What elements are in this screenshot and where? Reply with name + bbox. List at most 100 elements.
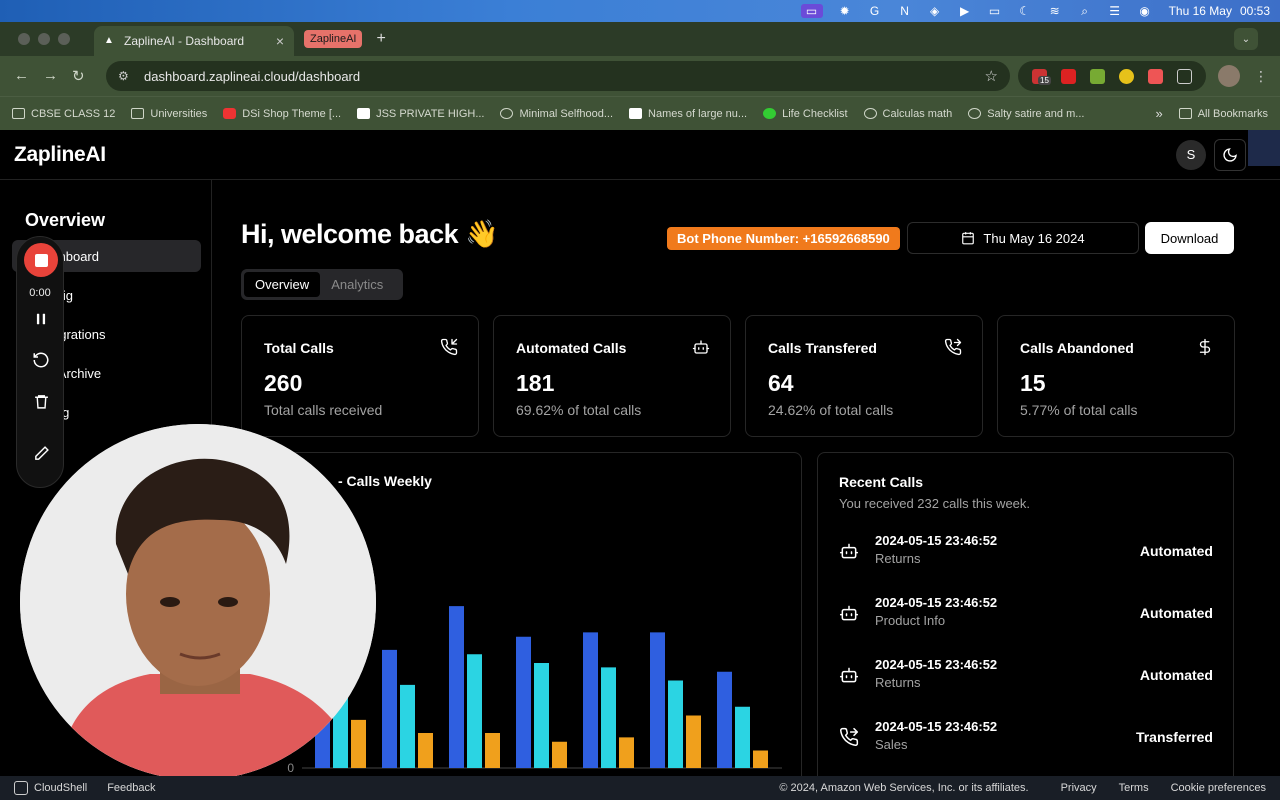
bookmark-item[interactable]: CBSE CLASS 12 <box>12 108 115 120</box>
chart-bar[interactable] <box>485 733 500 768</box>
layers-icon[interactable]: ◈ <box>927 4 943 18</box>
close-tab-icon[interactable]: × <box>276 33 284 49</box>
stop-recording-button[interactable] <box>24 243 58 277</box>
recent-call-row[interactable]: 2024-05-15 23:46:52 Product Info Automated <box>839 593 1213 633</box>
annotate-button[interactable] <box>31 443 51 463</box>
chart-bar[interactable] <box>552 741 567 768</box>
chart-bar[interactable] <box>601 667 616 768</box>
play-icon[interactable]: ▶ <box>957 4 973 18</box>
back-button[interactable]: ← <box>14 67 29 85</box>
bookmark-star-icon[interactable]: ☆ <box>985 67 998 85</box>
profile-avatar[interactable] <box>1218 65 1240 87</box>
terms-link[interactable]: Terms <box>1119 782 1149 794</box>
chart-bar[interactable] <box>449 606 464 768</box>
extension-badge-icon[interactable]: 15 <box>1032 68 1051 85</box>
notion-icon[interactable]: N <box>897 4 913 18</box>
date-picker-button[interactable]: Thu May 16 2024 <box>907 222 1139 254</box>
download-button[interactable]: Download <box>1145 222 1234 254</box>
webcam-overlay[interactable] <box>20 424 376 780</box>
bookmark-item[interactable]: Minimal Selfhood... <box>500 108 613 120</box>
bookmark-item[interactable]: Universities <box>131 108 207 120</box>
chart-bar[interactable] <box>467 654 482 768</box>
privacy-link[interactable]: Privacy <box>1061 782 1097 794</box>
reload-button[interactable]: ↻ <box>72 67 85 85</box>
extension-green-icon[interactable] <box>1090 68 1105 84</box>
minimize-window-button[interactable] <box>38 33 50 45</box>
feedback-link[interactable]: Feedback <box>107 782 155 794</box>
extension-grid-icon[interactable] <box>1148 68 1163 84</box>
bookmark-label: CBSE CLASS 12 <box>31 107 116 120</box>
bookmark-item[interactable]: Life Checklist <box>763 108 848 120</box>
copyright-text: © 2024, Amazon Web Services, Inc. or its… <box>779 782 1029 794</box>
chart-bar[interactable] <box>717 671 732 768</box>
screen-record-icon[interactable]: ▭ <box>800 4 823 18</box>
chart-bar[interactable] <box>516 636 531 768</box>
wifi-icon[interactable]: ≋ <box>1047 4 1063 18</box>
globe-icon <box>500 108 514 119</box>
chart-bar[interactable] <box>619 737 634 768</box>
extension-book-icon[interactable] <box>1061 68 1076 84</box>
chart-bar[interactable] <box>534 663 549 768</box>
chart-bar[interactable] <box>400 684 415 768</box>
chart-bar[interactable] <box>583 632 598 768</box>
chart-title: - Calls Weekly <box>338 473 432 489</box>
app-logo[interactable]: ZaplineAI <box>14 143 106 167</box>
menu-bar: ▭ ✹ G N ◈ ▶ ▭ ☾ ≋ ⌕ ☰ ◉ Thu 16 May 00:53 <box>0 0 1280 22</box>
bookmark-item[interactable]: Calculas math <box>863 108 952 120</box>
restart-button[interactable] <box>31 350 51 370</box>
all-bookmarks-folder[interactable]: All Bookmarks <box>1178 108 1268 120</box>
chart-bar[interactable] <box>382 649 397 768</box>
siri-icon[interactable]: ◉ <box>1137 4 1153 18</box>
cloudshell-link[interactable]: CloudShell <box>34 782 87 794</box>
bot-icon <box>839 543 859 559</box>
page-title: Hi, welcome back 👋 <box>241 219 499 249</box>
bot-icon <box>839 667 859 683</box>
recent-call-row[interactable]: 2024-05-15 23:46:52 Returns Automated <box>839 655 1213 695</box>
bookmark-item[interactable]: DSi Shop Theme [... <box>223 108 341 120</box>
battery-icon[interactable]: ▭ <box>987 4 1003 18</box>
clock[interactable]: Thu 16 May 00:53 <box>1169 4 1270 18</box>
pause-button[interactable] <box>31 309 51 329</box>
close-window-button[interactable] <box>18 33 30 45</box>
delete-recording-button[interactable] <box>31 391 51 411</box>
control-center-icon[interactable]: ☰ <box>1107 4 1123 18</box>
chart-bar[interactable] <box>650 632 665 768</box>
chart-bar[interactable] <box>686 715 701 769</box>
chart-bar[interactable] <box>735 706 750 768</box>
browser-tab[interactable]: ▲ ZaplineAI - Dashboard × <box>94 26 294 56</box>
address-bar[interactable]: ⚙ dashboard.zaplineai.cloud/dashboard ☆ <box>106 61 1010 91</box>
moon-icon[interactable]: ☾ <box>1017 4 1033 18</box>
bookmark-item[interactable]: JSS PRIVATE HIGH... <box>357 108 484 120</box>
chart-bar[interactable] <box>418 733 433 768</box>
recent-call-row[interactable]: 2024-05-15 23:46:52 Returns Automated <box>839 531 1213 571</box>
forward-button[interactable]: → <box>43 67 58 85</box>
cookie-preferences-link[interactable]: Cookie preferences <box>1171 782 1266 794</box>
extension-highlighter-icon[interactable] <box>1119 68 1134 84</box>
bookmark-item[interactable]: Names of large nu... <box>629 108 747 120</box>
bookmark-item[interactable]: Salty satire and m... <box>968 108 1084 120</box>
folder-icon <box>131 108 145 119</box>
tab-search-button[interactable]: ⌄ <box>1234 28 1258 50</box>
brightness-icon[interactable]: ✹ <box>837 4 853 18</box>
tab-group-label[interactable]: ZaplineAI <box>304 30 363 48</box>
theme-toggle-button[interactable] <box>1214 138 1246 171</box>
zoom-window-button[interactable] <box>58 33 70 45</box>
tab-analytics[interactable]: Analytics <box>320 272 394 297</box>
more-bookmarks-icon[interactable]: » <box>1155 106 1162 121</box>
url-text[interactable]: dashboard.zaplineai.cloud/dashboard <box>144 69 985 84</box>
status-icons: ▭ ✹ G N ◈ ▶ ▭ ☾ ≋ ⌕ ☰ ◉ <box>800 4 1153 18</box>
tab-overview[interactable]: Overview <box>244 272 321 297</box>
search-icon[interactable]: ⌕ <box>1077 4 1093 18</box>
chart-bar[interactable] <box>668 680 683 769</box>
recent-call-row[interactable]: 2024-05-15 23:46:52 Sales Transferred <box>839 717 1213 757</box>
browser-menu-icon[interactable]: ⋮ <box>1254 68 1268 85</box>
site-info-icon[interactable]: ⚙ <box>118 69 134 83</box>
stat-card-value: 181 <box>516 370 555 396</box>
clock-day: Thu 16 May <box>1168 4 1232 18</box>
chart-bar[interactable] <box>351 719 366 768</box>
extensions-puzzle-icon[interactable] <box>1177 68 1192 84</box>
user-avatar[interactable]: S <box>1176 139 1206 170</box>
grammarly-icon[interactable]: G <box>867 4 883 18</box>
chart-bar[interactable] <box>753 750 768 769</box>
new-tab-button[interactable]: + <box>376 30 385 48</box>
